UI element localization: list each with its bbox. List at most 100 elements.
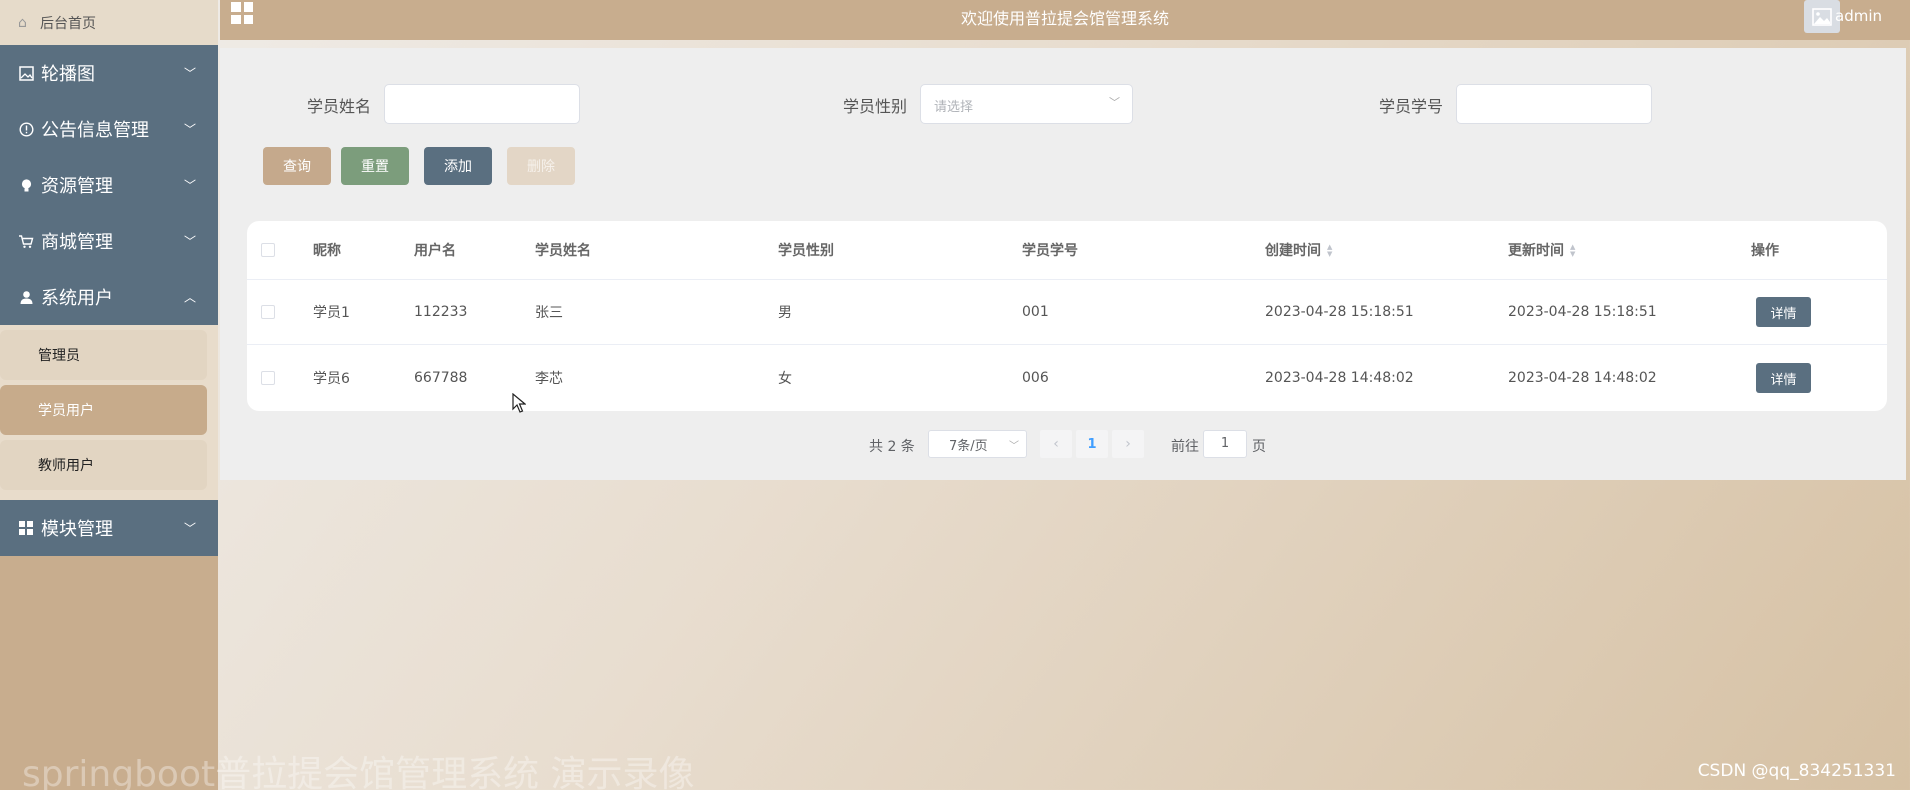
student-gender-label: 学员性别 bbox=[843, 97, 908, 116]
submenu-student-user[interactable]: 学员用户 bbox=[0, 385, 207, 435]
sidebar-home-label: 后台首页 bbox=[40, 15, 96, 32]
menu-notice-label: 公告信息管理 bbox=[41, 120, 149, 141]
student-name-input[interactable] bbox=[384, 84, 580, 124]
page-size-value: 7条/页 bbox=[949, 438, 988, 454]
page-number-current[interactable]: 1 bbox=[1076, 430, 1108, 458]
video-watermark: springboot普拉提会馆管理系统 演示录像 bbox=[22, 754, 695, 790]
delete-button[interactable]: 删除 bbox=[507, 147, 575, 185]
cell-gender: 男 bbox=[778, 305, 792, 321]
sort-icon[interactable]: ▲ ▼ bbox=[1327, 244, 1332, 258]
cell-username: 112233 bbox=[414, 304, 468, 320]
chevron-down-icon: ﹀ bbox=[183, 66, 196, 81]
info-icon bbox=[18, 121, 34, 137]
col-nickname: 昵称 bbox=[313, 243, 341, 259]
lightbulb-icon bbox=[18, 177, 34, 193]
menu-system-user-label: 系统用户 bbox=[41, 288, 113, 309]
submenu-student-label: 学员用户 bbox=[38, 403, 94, 419]
menu-notice[interactable]: 公告信息管理 ﹀ bbox=[0, 101, 218, 157]
submenu-teacher-label: 教师用户 bbox=[38, 458, 94, 474]
goto-label: 前往 bbox=[1171, 439, 1199, 455]
chevron-down-icon: ﹀ bbox=[183, 521, 196, 536]
select-all-checkbox[interactable] bbox=[261, 243, 275, 257]
sidebar: ⌂ 后台首页 轮播图 ﹀ 公告信息管理 ﹀ 资源管理 ﹀ 商城管理 ﹀ 系统用户 bbox=[0, 0, 218, 790]
col-updated-label: 更新时间 bbox=[1508, 243, 1564, 259]
cell-number: 001 bbox=[1022, 304, 1049, 320]
submenu-teacher-user[interactable]: 教师用户 bbox=[0, 440, 207, 490]
cell-nickname: 学员1 bbox=[313, 305, 350, 321]
student-gender-select[interactable]: 请选择 ﹀ bbox=[920, 84, 1133, 124]
row-checkbox[interactable] bbox=[261, 305, 275, 319]
username[interactable]: admin bbox=[1835, 7, 1882, 25]
detail-button[interactable]: 详情 bbox=[1756, 297, 1811, 327]
student-number-input[interactable] bbox=[1456, 84, 1652, 124]
menu-module[interactable]: 模块管理 ﹀ bbox=[0, 500, 218, 556]
cell-name: 张三 bbox=[535, 305, 563, 321]
student-number-label: 学员学号 bbox=[1379, 97, 1444, 116]
menu-system-user[interactable]: 系统用户 ︿ bbox=[0, 269, 218, 325]
reset-button[interactable]: 重置 bbox=[341, 147, 409, 185]
cell-number: 006 bbox=[1022, 370, 1049, 386]
sort-icon[interactable]: ▲ ▼ bbox=[1570, 244, 1575, 258]
page-size-select[interactable]: 7条/页 ﹀ bbox=[928, 430, 1027, 458]
system-user-submenu: 管理员 学员用户 教师用户 bbox=[0, 325, 218, 500]
prev-page-button[interactable]: ‹ bbox=[1040, 430, 1072, 458]
chevron-up-icon: ︿ bbox=[183, 290, 196, 305]
sidebar-home[interactable]: ⌂ 后台首页 bbox=[0, 0, 218, 45]
chevron-down-icon: ﹀ bbox=[1009, 441, 1019, 452]
menu-module-label: 模块管理 bbox=[41, 519, 113, 540]
submenu-admin-label: 管理员 bbox=[38, 348, 80, 364]
user-icon bbox=[18, 289, 34, 305]
menu-resource-label: 资源管理 bbox=[41, 176, 113, 197]
col-student-name: 学员姓名 bbox=[535, 243, 591, 259]
pagination: 共 2 条 7条/页 ﹀ ‹ 1 › 前往 1 页 bbox=[220, 430, 1906, 460]
col-created[interactable]: 创建时间 ▲ ▼ bbox=[1265, 240, 1332, 260]
image-icon bbox=[18, 65, 34, 81]
col-number: 学员学号 bbox=[1022, 243, 1078, 259]
cart-icon bbox=[18, 233, 34, 249]
menu-shop-label: 商城管理 bbox=[41, 232, 113, 253]
cell-updated: 2023-04-28 15:18:51 bbox=[1508, 304, 1657, 320]
csdn-watermark: CSDN @qq_834251331 bbox=[1697, 761, 1896, 781]
submenu-admin[interactable]: 管理员 bbox=[0, 330, 207, 380]
goto-page-input[interactable]: 1 bbox=[1203, 430, 1247, 458]
page-title: 欢迎使用普拉提会馆管理系统 bbox=[960, 9, 1169, 28]
student-name-label: 学员姓名 bbox=[307, 97, 372, 116]
detail-button[interactable]: 详情 bbox=[1756, 363, 1811, 393]
chevron-down-icon: ﹀ bbox=[183, 122, 196, 137]
cell-nickname: 学员6 bbox=[313, 371, 350, 387]
col-created-label: 创建时间 bbox=[1265, 243, 1321, 259]
table-row: 学员6 667788 李芯 女 006 2023-04-28 14:48:02 … bbox=[247, 345, 1887, 411]
gender-placeholder: 请选择 bbox=[934, 100, 974, 115]
menu-carousel[interactable]: 轮播图 ﹀ bbox=[0, 45, 218, 101]
cell-created: 2023-04-28 15:18:51 bbox=[1265, 304, 1414, 320]
table-row: 学员1 112233 张三 男 001 2023-04-28 15:18:51 … bbox=[247, 280, 1887, 345]
menu-resource[interactable]: 资源管理 ﹀ bbox=[0, 157, 218, 213]
col-updated[interactable]: 更新时间 ▲ ▼ bbox=[1508, 240, 1575, 260]
grid-icon bbox=[18, 520, 34, 536]
page-suffix: 页 bbox=[1252, 439, 1266, 455]
menu-carousel-label: 轮播图 bbox=[41, 64, 95, 85]
menu-shop[interactable]: 商城管理 ﹀ bbox=[0, 213, 218, 269]
cell-username: 667788 bbox=[414, 370, 468, 386]
add-button[interactable]: 添加 bbox=[424, 147, 492, 185]
col-gender: 学员性别 bbox=[778, 243, 834, 259]
data-table: 昵称 用户名 学员姓名 学员性别 学员学号 创建时间 ▲ ▼ 更新时间 ▲ ▼ 操作 学… bbox=[247, 221, 1887, 411]
chevron-down-icon: ﹀ bbox=[1109, 96, 1120, 109]
cell-gender: 女 bbox=[778, 371, 792, 387]
col-username: 用户名 bbox=[414, 243, 456, 259]
cell-updated: 2023-04-28 14:48:02 bbox=[1508, 370, 1657, 386]
mouse-cursor-icon bbox=[512, 392, 527, 418]
next-page-button[interactable]: › bbox=[1112, 430, 1144, 458]
chevron-down-icon: ﹀ bbox=[183, 234, 196, 249]
pagination-total: 共 2 条 bbox=[869, 439, 915, 455]
top-header: 欢迎使用普拉提会馆管理系统 admin bbox=[220, 0, 1910, 40]
home-icon: ⌂ bbox=[18, 14, 27, 31]
col-action: 操作 bbox=[1751, 243, 1779, 259]
row-checkbox[interactable] bbox=[261, 371, 275, 385]
main-panel: 学员姓名 学员性别 请选择 ﹀ 学员学号 查询 重置 添加 删除 昵称 用户名 … bbox=[220, 48, 1906, 480]
query-button[interactable]: 查询 bbox=[263, 147, 331, 185]
chevron-down-icon: ﹀ bbox=[183, 178, 196, 193]
cell-created: 2023-04-28 14:48:02 bbox=[1265, 370, 1414, 386]
cell-name: 李芯 bbox=[535, 371, 563, 387]
table-header: 昵称 用户名 学员姓名 学员性别 学员学号 创建时间 ▲ ▼ 更新时间 ▲ ▼ 操作 bbox=[247, 221, 1887, 280]
